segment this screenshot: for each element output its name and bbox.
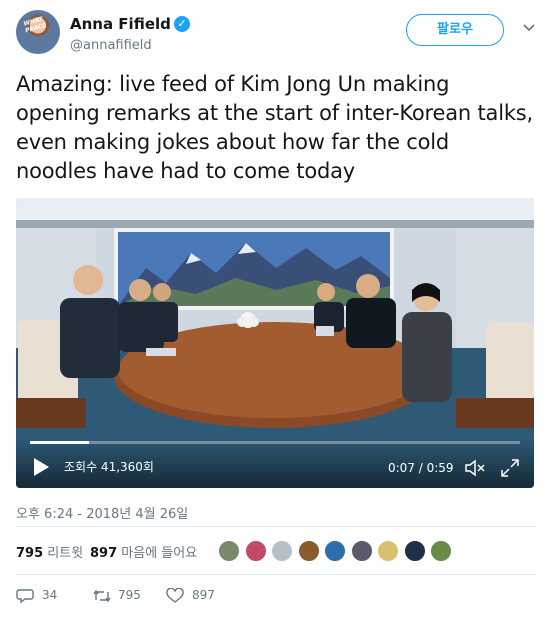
liker-avatar[interactable] (218, 540, 240, 562)
liker-avatar[interactable] (244, 540, 267, 562)
liker-avatar[interactable] (430, 540, 452, 562)
video-view-count: 조회수 41,360회 (64, 460, 154, 474)
like-count: 897 (192, 588, 215, 602)
author-handle[interactable]: @annafifield (70, 38, 152, 53)
retweet-stat-count: 795 (16, 546, 44, 561)
video-time: 0:07 / 0:59 (388, 461, 454, 475)
tweet-header: WHAT PEACE Anna Fifield ✓ @annafifield 팔… (16, 10, 536, 62)
retweet-button[interactable]: 795 (92, 586, 162, 606)
video-progress-bar[interactable] (30, 441, 520, 444)
like-stat[interactable]: 897 마음에 들어요 (90, 542, 197, 561)
liker-avatar[interactable] (297, 540, 320, 562)
avatar-text: WHAT PEACE (22, 15, 48, 35)
chevron-down-icon[interactable] (520, 20, 538, 38)
retweet-icon (93, 589, 111, 603)
retweet-stat-label: 리트윗 (47, 546, 84, 561)
follow-button[interactable]: 팔로우 (406, 14, 504, 46)
tweet-text: Amazing: live feed of Kim Jong Un making… (16, 72, 534, 183)
heart-icon (166, 588, 184, 603)
author-avatar[interactable]: WHAT PEACE (16, 10, 60, 54)
volume-mute-icon[interactable] (464, 458, 486, 478)
liker-avatar[interactable] (324, 540, 346, 562)
divider (16, 526, 536, 527)
like-stat-count: 897 (90, 546, 118, 561)
verified-badge-icon: ✓ (174, 16, 190, 32)
retweet-stat[interactable]: 795 리트윗 (16, 542, 83, 561)
video-progress-fill (30, 441, 89, 444)
reply-button[interactable]: 34 (16, 586, 76, 606)
tweet-timestamp[interactable]: 오후 6:24 - 2018년 4월 26일 (16, 503, 188, 522)
reply-count: 34 (42, 588, 58, 602)
retweet-count: 795 (118, 588, 141, 602)
play-icon[interactable] (30, 456, 52, 478)
liker-avatar[interactable] (403, 540, 426, 562)
liker-avatar[interactable] (350, 540, 373, 562)
liker-avatar[interactable] (271, 540, 293, 562)
fullscreen-icon[interactable] (500, 458, 520, 478)
like-button[interactable]: 897 (166, 586, 236, 606)
liker-avatar[interactable] (377, 540, 399, 562)
reply-icon (16, 589, 34, 604)
author-name[interactable]: Anna Fifield (70, 15, 171, 33)
video-player[interactable]: 조회수 41,360회 0:07 / 0:59 (16, 198, 534, 488)
like-stat-label: 마음에 들어요 (121, 546, 198, 561)
divider (16, 574, 536, 575)
